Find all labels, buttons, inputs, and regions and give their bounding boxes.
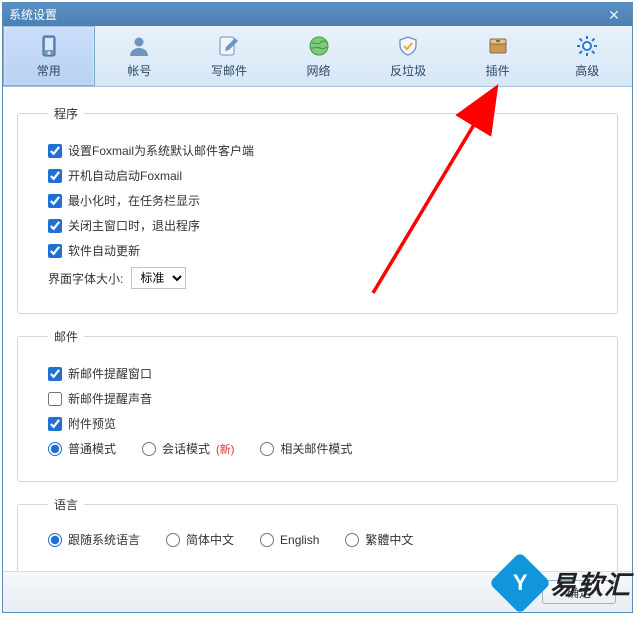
settings-window: 系统设置 ✕ 常用 帐号 写邮件 网络	[2, 2, 633, 613]
radio-normal-mode[interactable]: 普通模式	[48, 440, 116, 457]
checkbox-label: 关闭主窗口时，退出程序	[68, 217, 200, 234]
checkbox-row[interactable]: 新邮件提醒声音	[48, 390, 152, 407]
fontsize-select[interactable]: 标准	[131, 267, 186, 289]
mail-mode-radios: 普通模式 会话模式 (新) 相关邮件模式	[48, 440, 603, 457]
toolbar: 常用 帐号 写邮件 网络 反垃圾	[3, 26, 632, 87]
plugin-icon	[486, 34, 510, 58]
radio-simplified-chinese[interactable]: 简体中文	[166, 531, 234, 548]
tab-advanced[interactable]: 高级	[542, 26, 632, 86]
window-title: 系统设置	[9, 6, 57, 23]
close-icon: ✕	[608, 7, 620, 24]
language-radios: 跟随系统语言 简体中文 English 繁體中文	[48, 531, 603, 548]
network-icon	[307, 34, 331, 58]
radio-english[interactable]: English	[260, 533, 319, 547]
shield-icon	[396, 34, 420, 58]
tab-antispam[interactable]: 反垃圾	[363, 26, 453, 86]
footer: 确定	[3, 571, 632, 612]
checkbox-notify-window[interactable]	[48, 367, 62, 381]
tab-label: 帐号	[127, 62, 151, 79]
checkbox-auto-update[interactable]	[48, 244, 62, 258]
radio-input[interactable]	[260, 442, 274, 456]
general-icon	[37, 34, 61, 58]
tab-compose[interactable]: 写邮件	[184, 26, 274, 86]
radio-traditional-chinese[interactable]: 繁體中文	[345, 531, 413, 548]
tab-label: 常用	[37, 62, 61, 79]
tab-label: 高级	[575, 62, 599, 79]
radio-input[interactable]	[260, 533, 274, 547]
checkbox-label: 附件预览	[68, 415, 116, 432]
group-program: 程序 设置Foxmail为系统默认邮件客户端 开机自动启动Foxmail 最小化…	[17, 105, 618, 314]
tab-network[interactable]: 网络	[274, 26, 364, 86]
tab-label: 写邮件	[211, 62, 247, 79]
tab-general[interactable]: 常用	[3, 26, 95, 86]
radio-label: English	[280, 533, 319, 547]
group-mail-title: 邮件	[48, 328, 84, 345]
checkbox-row[interactable]: 设置Foxmail为系统默认邮件客户端	[48, 142, 254, 159]
checkbox-notify-sound[interactable]	[48, 392, 62, 406]
checkbox-label: 设置Foxmail为系统默认邮件客户端	[68, 142, 254, 159]
fontsize-label: 界面字体大小:	[48, 270, 123, 287]
checkbox-label: 新邮件提醒窗口	[68, 365, 152, 382]
radio-follow-system[interactable]: 跟随系统语言	[48, 531, 140, 548]
checkbox-default-client[interactable]	[48, 144, 62, 158]
radio-label: 普通模式	[68, 440, 116, 457]
ok-button[interactable]: 确定	[542, 580, 616, 604]
radio-input[interactable]	[345, 533, 359, 547]
radio-input[interactable]	[48, 533, 62, 547]
tab-plugin[interactable]: 插件	[453, 26, 543, 86]
checkbox-row[interactable]: 新邮件提醒窗口	[48, 365, 152, 382]
radio-related-mode[interactable]: 相关邮件模式	[260, 440, 352, 457]
group-language: 语言 跟随系统语言 简体中文 English 繁體中文	[17, 496, 618, 571]
content-area: 程序 设置Foxmail为系统默认邮件客户端 开机自动启动Foxmail 最小化…	[3, 87, 632, 571]
radio-input[interactable]	[48, 442, 62, 456]
radio-input[interactable]	[166, 533, 180, 547]
radio-label: 跟随系统语言	[68, 531, 140, 548]
checkbox-row[interactable]: 附件预览	[48, 415, 116, 432]
checkbox-autostart[interactable]	[48, 169, 62, 183]
close-button[interactable]: ✕	[602, 3, 626, 27]
checkbox-minimize-tray[interactable]	[48, 194, 62, 208]
group-mail: 邮件 新邮件提醒窗口 新邮件提醒声音 附件预览 普通模式	[17, 328, 618, 482]
account-icon	[127, 34, 151, 58]
checkbox-close-exit[interactable]	[48, 219, 62, 233]
checkbox-row[interactable]: 开机自动启动Foxmail	[48, 167, 182, 184]
tab-label: 网络	[307, 62, 331, 79]
checkbox-row[interactable]: 软件自动更新	[48, 242, 140, 259]
radio-label: 相关邮件模式	[280, 440, 352, 457]
tab-label: 反垃圾	[390, 62, 426, 79]
radio-label: 会话模式	[162, 440, 210, 457]
group-language-title: 语言	[48, 496, 84, 513]
radio-label: 繁體中文	[365, 531, 413, 548]
checkbox-label: 最小化时，在任务栏显示	[68, 192, 200, 209]
radio-conversation-mode[interactable]: 会话模式 (新)	[142, 440, 234, 457]
tab-label: 插件	[486, 62, 510, 79]
compose-icon	[217, 34, 241, 58]
titlebar: 系统设置 ✕	[3, 3, 632, 26]
checkbox-row[interactable]: 最小化时，在任务栏显示	[48, 192, 200, 209]
group-program-title: 程序	[48, 105, 84, 122]
radio-label: 简体中文	[186, 531, 234, 548]
checkbox-attachment-preview[interactable]	[48, 417, 62, 431]
radio-input[interactable]	[142, 442, 156, 456]
checkbox-row[interactable]: 关闭主窗口时，退出程序	[48, 217, 200, 234]
tab-account[interactable]: 帐号	[95, 26, 185, 86]
checkbox-label: 软件自动更新	[68, 242, 140, 259]
checkbox-label: 开机自动启动Foxmail	[68, 167, 182, 184]
gear-icon	[575, 34, 599, 58]
new-tag: (新)	[216, 441, 234, 457]
checkbox-label: 新邮件提醒声音	[68, 390, 152, 407]
